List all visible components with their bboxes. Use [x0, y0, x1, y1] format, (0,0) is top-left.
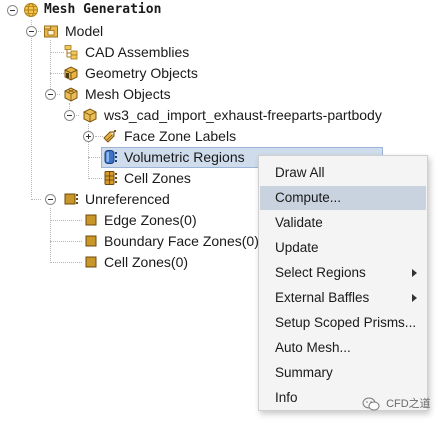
menu-item-label: Info	[275, 390, 298, 405]
tree-node-cell-zones[interactable]: Cell Zones	[0, 168, 220, 188]
submenu-arrow-icon	[412, 294, 417, 302]
menu-item-label: Auto Mesh...	[275, 340, 351, 355]
tree-node-label: Geometry Objects	[85, 65, 198, 81]
cell-zones-icon	[104, 171, 117, 185]
tree-node-unref-cell-zones[interactable]: Cell Zones(0)	[0, 252, 220, 272]
menu-item-label: External Baffles	[275, 290, 370, 305]
menu-item-label: Draw All	[275, 165, 325, 180]
tree-node-label: Face Zone Labels	[124, 128, 237, 144]
menu-item-compute[interactable]: Compute...	[260, 186, 426, 210]
tree-node-edge-zones[interactable]: Edge Zones(0)	[0, 210, 220, 230]
collapse-toggle-icon[interactable]	[7, 5, 18, 16]
collapse-toggle-icon[interactable]	[45, 194, 56, 205]
tree-node-label: Volumetric Regions	[124, 149, 245, 165]
model-folder-icon	[44, 25, 58, 38]
menu-item-label: Select Regions	[275, 265, 366, 280]
boundary-face-zones-icon	[85, 235, 97, 247]
menu-item-auto-mesh[interactable]: Auto Mesh...	[260, 336, 426, 360]
cad-assemblies-icon	[64, 45, 78, 60]
edge-zones-icon	[85, 214, 97, 226]
tree-node-mesh-object[interactable]: ws3_cad_import_exhaust-freeparts-partbod…	[0, 105, 400, 125]
tree-node-cad-assemblies[interactable]: CAD Assemblies	[0, 42, 200, 62]
collapse-toggle-icon[interactable]	[26, 26, 37, 37]
face-zone-labels-icon	[103, 130, 116, 143]
menu-item-label: Setup Scoped Prisms...	[275, 315, 417, 330]
watermark-text: CFD之道	[386, 398, 431, 410]
submenu-arrow-icon	[412, 269, 417, 277]
collapse-toggle-icon[interactable]	[45, 89, 56, 100]
tree-node-label: Cell Zones	[124, 170, 191, 186]
menu-item-validate[interactable]: Validate	[260, 211, 426, 235]
tree-node-geometry-objects[interactable]: Geometry Objects	[0, 63, 220, 83]
collapse-toggle-icon[interactable]	[64, 110, 75, 121]
tree-node-label: Mesh Generation	[44, 2, 162, 17]
globe-icon	[24, 3, 38, 17]
unref-cell-zones-icon	[85, 256, 97, 268]
expand-toggle-icon[interactable]	[83, 131, 94, 142]
tree-node-label: Mesh Objects	[85, 86, 171, 102]
tree-node-label: Boundary Face Zones(0)	[104, 233, 259, 249]
volumetric-regions-icon	[104, 150, 117, 164]
tree-node-mesh-objects[interactable]: Mesh Objects	[0, 84, 220, 104]
menu-item-label: Update	[275, 240, 319, 255]
mesh-object-icon	[83, 108, 97, 123]
menu-item-summary[interactable]: Summary	[260, 361, 426, 385]
menu-item-label: Compute...	[275, 190, 342, 205]
tree-node-label: Cell Zones(0)	[104, 254, 189, 270]
menu-item-external-baffles[interactable]: External Baffles	[260, 286, 426, 310]
tree-node-boundary-face-zones[interactable]: Boundary Face Zones(0)	[0, 231, 260, 251]
geometry-objects-icon	[64, 66, 78, 81]
menu-item-label: Summary	[275, 365, 333, 380]
menu-item-update[interactable]: Update	[260, 236, 426, 260]
context-menu: Draw All Compute... Validate Update Sele…	[258, 155, 428, 411]
mesh-objects-icon	[64, 87, 78, 102]
unreferenced-icon	[64, 193, 78, 205]
menu-item-draw-all[interactable]: Draw All	[260, 161, 426, 185]
menu-item-setup-scoped-prisms[interactable]: Setup Scoped Prisms...	[260, 311, 426, 335]
watermark: CFD之道	[362, 395, 431, 411]
tree-node-label: CAD Assemblies	[85, 44, 190, 60]
menu-item-label: Validate	[275, 215, 323, 230]
tree-node-mesh-generation[interactable]: Mesh Generation	[0, 0, 200, 20]
tree-node-model[interactable]: Model	[0, 21, 200, 41]
wechat-icon	[362, 397, 380, 411]
tree-node-label: ws3_cad_import_exhaust-freeparts-partbod…	[104, 107, 382, 123]
tree-node-label: Unreferenced	[85, 191, 170, 207]
tree-node-unreferenced[interactable]: Unreferenced	[0, 189, 220, 209]
tree-node-volumetric-regions[interactable]: Volumetric Regions	[0, 147, 260, 167]
tree-node-label: Model	[65, 23, 104, 39]
tree-node-label: Edge Zones(0)	[104, 212, 197, 228]
tree-node-face-zone-labels[interactable]: Face Zone Labels	[0, 126, 260, 146]
menu-item-select-regions[interactable]: Select Regions	[260, 261, 426, 285]
